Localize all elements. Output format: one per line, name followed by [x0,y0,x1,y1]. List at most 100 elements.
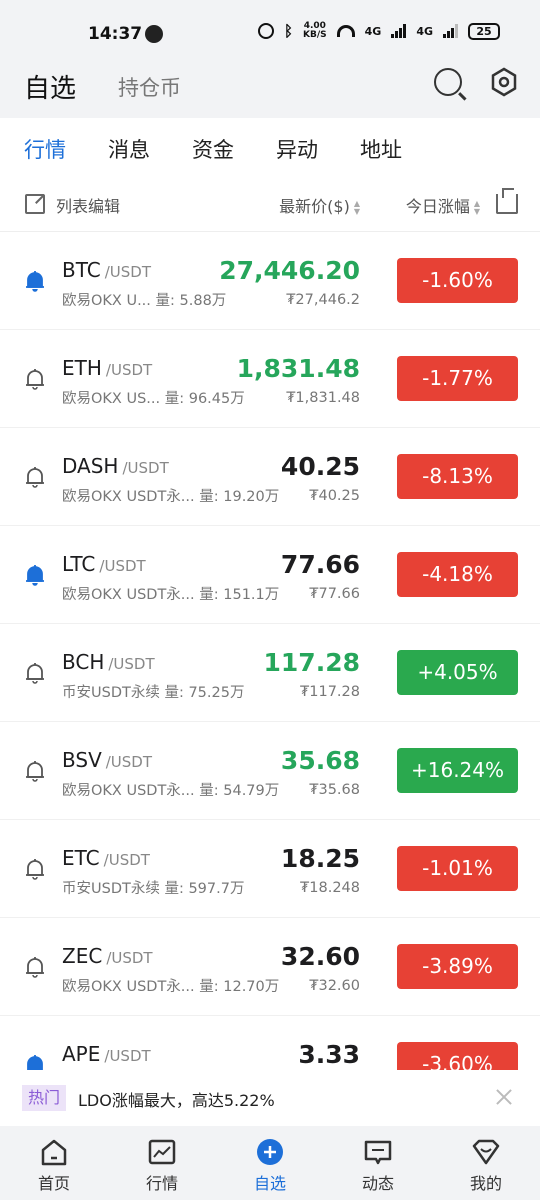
change-badge[interactable]: -3.60% [397,1042,518,1070]
coin-meta: 欧易OKX US... 量: 96.45万 [62,387,245,408]
edit-icon[interactable] [25,194,45,214]
holdings-tab[interactable]: 持仓币 [118,72,181,102]
coin-symbol: ETC/USDT [62,846,150,870]
top-header: 自选 持仓币 [0,64,540,118]
change-badge[interactable]: -8.13% [397,454,518,499]
list-item[interactable]: ETC/USDT 币安USDT永续 量: 597.7万 18.25 ₮18.248 -1… [0,820,540,918]
settings-icon[interactable] [488,66,520,98]
tab-funds[interactable]: 资金 [192,134,234,164]
nav-market[interactable]: 行情 [108,1126,216,1200]
change-badge[interactable]: -4.18% [397,552,518,597]
tab-address[interactable]: 地址 [360,134,402,164]
message-icon [364,1140,392,1165]
nav-feed[interactable]: 动态 [324,1126,432,1200]
network-speed: 4.00 KB/S [303,21,327,40]
exchange-name: 欧易OKX USDT永... [62,587,195,603]
hot-banner[interactable]: 热门 LDO涨幅最大，高达5.22% [0,1070,540,1126]
coin-meta: 欧易OKX USDT永... 量: 12.70万 [62,975,279,996]
volume: 量: 96.45万 [164,391,245,407]
price-usdt: ₮1,831.48 [286,390,360,406]
nav-home[interactable]: 首页 [0,1126,108,1200]
last-price: 117.28 [263,648,360,677]
price-usdt: ₮32.60 [309,978,360,994]
price-usdt: ₮18.248 [300,880,360,896]
list-item[interactable]: ETH/USDT 欧易OKX US... 量: 96.45万 1,831.48 ₮1,… [0,330,540,428]
status-bar: 14:37 ᛒ 4.00 KB/S 4G 4G 25 [0,0,540,64]
sort-price-button[interactable]: 最新价($) ▲ ▼ [279,193,360,217]
share-icon[interactable] [496,188,518,214]
change-badge[interactable]: -1.01% [397,846,518,891]
bell-icon[interactable] [24,858,46,880]
price-usdt: ₮117.28 [300,684,360,700]
exchange-name: 欧易OKX U... [62,293,151,309]
sort-icon: ▲ ▼ [353,198,360,216]
last-price: 40.25 [280,452,360,481]
hot-text[interactable]: LDO涨幅最大，高达5.22% [78,1087,275,1111]
exchange-name: 欧易OKX USDT永... [62,489,195,505]
nav-label: 动态 [361,1174,394,1193]
change-badge[interactable]: -3.89% [397,944,518,989]
last-price: 1,831.48 [236,354,360,383]
page-title[interactable]: 自选 [24,68,76,105]
edit-list-button[interactable]: 列表编辑 [56,193,120,217]
last-price: 3.33 [298,1040,360,1069]
close-icon[interactable] [494,1087,514,1107]
coin-pair: /USDT [104,1047,151,1065]
coin-meta: 欧易OKX USDT永... 量: 151.1万 [62,583,279,604]
list-item[interactable]: BTC/USDT 欧易OKX U... 量: 5.88万 27,446.20 ₮27,… [0,232,540,330]
sort-change-button[interactable]: 今日涨幅 ▲ ▼ [406,193,480,217]
coin-symbol: ZEC/USDT [62,944,153,968]
tab-movement[interactable]: 异动 [276,134,318,164]
list-item[interactable]: LTC/USDT 欧易OKX USDT永... 量: 151.1万 77.66 ₮77… [0,526,540,624]
change-badge[interactable]: +16.24% [397,748,518,793]
last-price: 18.25 [280,844,360,873]
last-price: 32.60 [280,942,360,971]
nav-profile[interactable]: 我的 [432,1126,540,1200]
alarm-icon [258,23,274,39]
exchange-name: 币安USDT永续 [62,685,160,701]
bell-icon[interactable] [24,1054,46,1070]
coin-pair: /USDT [103,851,150,869]
bell-icon[interactable] [24,368,46,390]
bottom-nav: 首页 行情 自选 动态 我的 [0,1126,540,1200]
signal-icon-2 [443,24,458,38]
coin-meta: 欧易OKX USDT永... 量: 19.20万 [62,485,279,506]
list-item[interactable]: APE/USDT 3.33 -3.60% [0,1016,540,1070]
tab-news[interactable]: 消息 [108,134,150,164]
volume: 量: 19.20万 [199,489,280,505]
nav-label: 行情 [145,1174,178,1193]
coin-meta: 币安USDT永续 量: 75.25万 [62,681,244,702]
list-item[interactable]: ZEC/USDT 欧易OKX USDT永... 量: 12.70万 32.60 ₮32… [0,918,540,1016]
status-time: 14:37 [88,24,143,44]
tab-market[interactable]: 行情 [24,134,66,164]
nav-watchlist[interactable]: 自选 [216,1126,324,1200]
list-item[interactable]: BCH/USDT 币安USDT永续 量: 75.25万 117.28 ₮117.28 +… [0,624,540,722]
exchange-name: 欧易OKX US... [62,391,161,407]
exchange-name: 币安USDT永续 [62,881,160,897]
bell-icon[interactable] [24,564,46,586]
bell-icon[interactable] [24,270,46,292]
profile-icon [472,1139,500,1165]
list-item[interactable]: BSV/USDT 欧易OKX USDT永... 量: 54.79万 35.68 ₮35… [0,722,540,820]
coin-meta: 欧易OKX USDT永... 量: 54.79万 [62,779,279,800]
coin-pair: /USDT [105,753,153,771]
last-price: 35.68 [280,746,360,775]
exchange-name: 欧易OKX USDT永... [62,979,195,995]
change-badge[interactable]: -1.77% [397,356,518,401]
bell-icon[interactable] [24,760,46,782]
bell-icon[interactable] [24,466,46,488]
watchlist: BTC/USDT 欧易OKX U... 量: 5.88万 27,446.20 ₮27,… [0,232,540,1070]
bell-icon[interactable] [24,956,46,978]
change-badge[interactable]: -1.60% [397,258,518,303]
coin-pair: /USDT [122,459,169,477]
bell-icon[interactable] [24,662,46,684]
search-icon[interactable] [434,68,462,96]
price-usdt: ₮40.25 [309,488,360,504]
coin-symbol: BCH/USDT [62,650,155,674]
coin-pair: /USDT [99,557,146,575]
coin-symbol: ETH/USDT [62,356,153,380]
volume: 量: 597.7万 [164,881,245,897]
change-badge[interactable]: +4.05% [397,650,518,695]
list-item[interactable]: DASH/USDT 欧易OKX USDT永... 量: 19.20万 40.25 ₮4… [0,428,540,526]
bluetooth-icon: ᛒ [284,22,294,40]
